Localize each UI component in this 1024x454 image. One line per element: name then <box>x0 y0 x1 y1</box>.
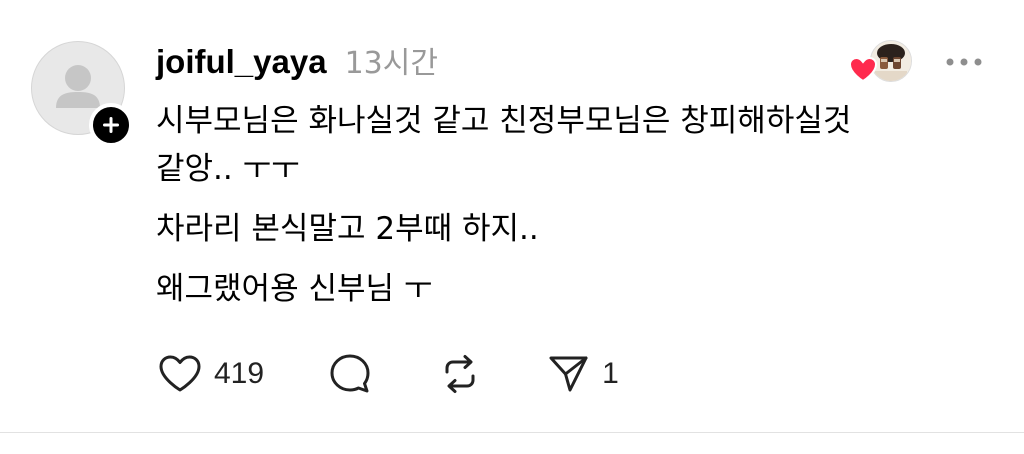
reply-button[interactable] <box>328 352 372 396</box>
follow-button[interactable] <box>89 103 133 147</box>
post-actions: 419 1 <box>158 352 619 396</box>
more-horizontal-icon <box>946 58 982 66</box>
author-avatar-container[interactable] <box>31 41 133 147</box>
plus-icon <box>103 117 119 133</box>
post-content: 시부모님은 화나실것 같고 친정부모님은 창피해하실것 같앙.. ㅜㅜ 차라리 … <box>156 98 1006 326</box>
post-text-line: 시부모님은 화나실것 같고 친정부모님은 창피해하실것 <box>156 103 852 139</box>
thread-post: joiful_yaya 13시간 시부모님은 화나실것 같고 친정부모님은 창피… <box>0 0 1024 454</box>
share-button[interactable]: 1 <box>546 352 619 396</box>
post-header: joiful_yaya 13시간 <box>156 38 438 86</box>
like-count: 419 <box>214 357 265 390</box>
post-divider <box>0 432 1024 433</box>
like-button[interactable]: 419 <box>158 354 264 394</box>
post-text-line: 같앙.. ㅜㅜ <box>156 151 300 187</box>
username-link[interactable]: joiful_yaya <box>156 43 327 81</box>
comment-icon <box>330 354 370 393</box>
repost-icon <box>445 355 475 393</box>
liked-by-author-indicator <box>848 40 914 84</box>
repost-button[interactable] <box>438 352 482 396</box>
post-timestamp: 13시간 <box>344 46 438 81</box>
send-icon <box>549 356 588 392</box>
heart-icon <box>159 355 201 392</box>
post-text-line: 왜그랬어용 신부님 ㅜ <box>156 271 433 307</box>
post-text-line: 차라리 본식말고 2부때 하지.. <box>156 211 539 247</box>
share-count: 1 <box>602 357 619 390</box>
more-options-button[interactable] <box>944 50 984 74</box>
heart-filled-icon <box>848 56 878 82</box>
